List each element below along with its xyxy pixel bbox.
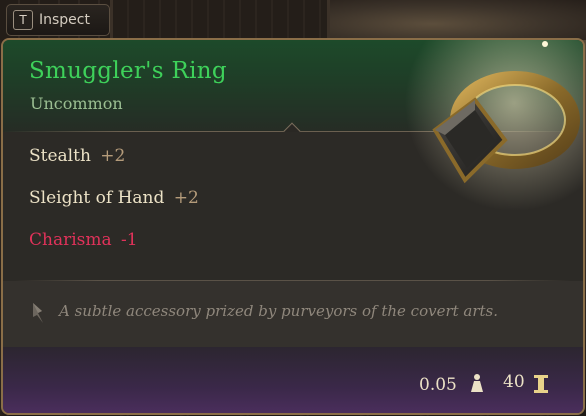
item-description: A subtle accessory prized by purveyors o… [59, 302, 499, 320]
stat-name: Stealth [29, 146, 91, 166]
inspect-hint[interactable]: T Inspect [6, 4, 110, 36]
gold-coin-icon [534, 375, 548, 393]
item-tooltip: Smuggler's Ring Uncommon Stealth +2 Slei… [1, 38, 585, 415]
stat-name: Charisma [29, 230, 112, 250]
tooltip-footer: 0.05 40 [3, 347, 583, 413]
stat-sleight-of-hand: Sleight of Hand +2 [29, 188, 199, 208]
stat-bonus: +2 [173, 188, 199, 208]
quill-icon [33, 303, 43, 323]
stat-bonus: +2 [100, 146, 126, 166]
stat-name: Sleight of Hand [29, 188, 165, 208]
item-name: Smuggler's Ring [29, 58, 227, 84]
price-value: 40 [503, 372, 525, 392]
background-rock [330, 0, 586, 40]
stat-bonus: -1 [121, 230, 138, 250]
ring-icon [405, 40, 583, 220]
weight-icon [471, 374, 483, 392]
keybind-t: T [13, 10, 33, 30]
stat-stealth: Stealth +2 [29, 146, 125, 166]
stat-charisma: Charisma -1 [29, 230, 138, 250]
background-frame [110, 0, 330, 40]
inspect-label: Inspect [39, 12, 90, 28]
description-section: A subtle accessory prized by purveyors o… [3, 281, 583, 347]
item-rarity: Uncommon [30, 94, 123, 113]
weight-value: 0.05 [419, 375, 457, 395]
